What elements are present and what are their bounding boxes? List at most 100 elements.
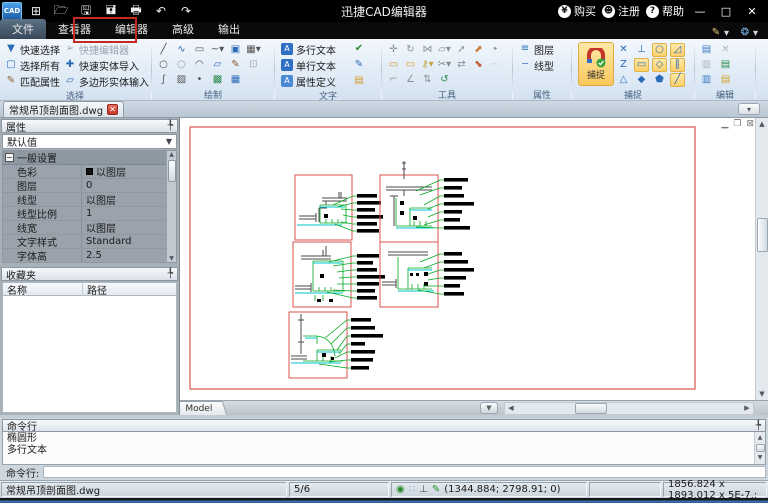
export-icon[interactable]: ⬊	[471, 58, 486, 72]
property-row-textstyle[interactable]: 文字样式 Standard	[3, 235, 176, 249]
help-button[interactable]: ?帮助	[646, 3, 684, 19]
scroll-left-icon[interactable]: ◀	[505, 404, 517, 412]
select-all-button[interactable]: ▢选择所有	[3, 57, 62, 73]
property-row-textheight[interactable]: 字体高 2.5	[3, 249, 176, 263]
minimize-button[interactable]: —	[690, 3, 710, 19]
style-menu-button[interactable]: ✎▾	[710, 27, 729, 39]
pin-icon[interactable]: ╄	[168, 269, 173, 279]
property-row-linetype[interactable]: 线型 以图层	[3, 193, 176, 207]
point-icon[interactable]: •	[192, 73, 207, 87]
mirror-icon[interactable]: ⋈	[420, 43, 435, 57]
ellipse-icon[interactable]: ◌	[174, 58, 189, 72]
wipeout-icon[interactable]: ⊡	[246, 58, 261, 72]
tab-viewer[interactable]: 查看器	[46, 19, 103, 39]
mdi-minimize-icon[interactable]: ▁	[721, 119, 728, 129]
scroll-thumb[interactable]	[757, 218, 768, 252]
save-button[interactable]: 🖫	[75, 2, 97, 20]
snap-toggle-button[interactable]: 捕捉	[578, 42, 614, 86]
col-name[interactable]: 名称	[3, 282, 83, 297]
snap-quadrant-icon[interactable]: ◆	[634, 73, 649, 87]
snap-endpoint-icon[interactable]: ▭	[634, 58, 649, 72]
register-button[interactable]: ☻注册	[602, 3, 640, 19]
model-tab[interactable]: Model	[180, 401, 227, 415]
move-icon[interactable]: ✛	[386, 43, 401, 57]
scroll-up-icon[interactable]: ▲	[758, 432, 763, 444]
command-history[interactable]: 椭圆形 多行文本 ▲ ▼	[2, 432, 766, 465]
layout-dropdown-button[interactable]: ▼	[480, 402, 498, 414]
folder-open-icon[interactable]: ▭	[386, 58, 401, 72]
print-button[interactable]: 🖶	[125, 2, 147, 20]
tab-editor[interactable]: 编辑器	[103, 19, 160, 39]
freehand-icon[interactable]: ∫	[156, 73, 171, 87]
canvas-horizontal-scrollbar[interactable]: ◀ ▶	[504, 402, 754, 415]
quick-editor-button[interactable]: ➢快捷编辑器	[62, 41, 151, 57]
text-button[interactable]: A单行文本	[279, 57, 351, 73]
paste-special-icon[interactable]: ▤	[718, 73, 733, 87]
scroll-thumb[interactable]	[756, 444, 765, 452]
draw-status-icon[interactable]: ✎	[432, 485, 440, 495]
snap-insertion-icon[interactable]: ⬟	[652, 73, 667, 87]
copy-icon[interactable]: ▥	[699, 73, 714, 87]
command-scrollbar[interactable]: ▲ ▼	[754, 432, 765, 464]
snap-status-icon[interactable]: ◉	[396, 485, 405, 495]
preset-dropdown[interactable]: 默认值 ▼	[2, 134, 177, 149]
snap-parallel-icon[interactable]: ∥	[670, 58, 685, 72]
snap-midpoint-icon[interactable]: △	[616, 73, 631, 87]
circle-icon[interactable]: ○	[156, 58, 171, 72]
property-row-layer[interactable]: 图层 0	[3, 179, 176, 193]
open-file-button[interactable]: 🗁	[50, 2, 72, 20]
close-button[interactable]: ✕	[742, 3, 762, 19]
snap-extension-icon[interactable]: Z	[616, 58, 631, 72]
spell-check-button[interactable]: ✔	[351, 41, 367, 57]
fillet-icon[interactable]: ⌐	[386, 73, 401, 87]
layer-button[interactable]: ≡图层	[517, 41, 556, 57]
snap-intersection-icon[interactable]: ✕	[616, 43, 631, 57]
folder-closed-icon[interactable]: ▭	[403, 58, 418, 72]
scroll-thumb[interactable]	[575, 403, 607, 414]
property-row-ltscale[interactable]: 线型比例 1	[3, 207, 176, 221]
rectangle-icon[interactable]: ▭	[192, 43, 207, 57]
drawing-canvas[interactable]: ▁ ❐ ⊠	[180, 118, 768, 415]
scroll-right-icon[interactable]: ▶	[741, 404, 753, 412]
snap-tangent-icon[interactable]: ◿	[670, 43, 685, 57]
maximize-button[interactable]: □	[716, 3, 736, 19]
redo-button[interactable]: ↷	[175, 2, 197, 20]
polyline-icon[interactable]: ∿	[174, 43, 189, 57]
scroll-down-icon[interactable]: ▼	[759, 388, 764, 400]
property-row-color[interactable]: 色彩 以图层	[3, 165, 176, 179]
tab-advanced[interactable]: 高级	[160, 19, 206, 39]
property-category[interactable]: − 一般设置	[3, 151, 176, 165]
ortho-status-icon[interactable]: ⊥	[419, 485, 428, 495]
collapse-minus-icon[interactable]: −	[5, 153, 14, 162]
quick-select-button[interactable]: ▼快速选择	[3, 41, 62, 57]
snap-node-icon[interactable]: ◇	[652, 58, 667, 72]
rotate-icon[interactable]: ↻	[403, 43, 418, 57]
sketch-icon[interactable]: ✎	[228, 58, 243, 72]
snap-nearest-icon[interactable]: ╱	[670, 73, 685, 87]
save-as-button[interactable]: 🖬	[100, 2, 122, 20]
small-arrow-icon[interactable]: ‣	[488, 43, 503, 57]
cut-icon[interactable]: ▥	[699, 58, 714, 72]
tab-file[interactable]: 文件	[0, 19, 46, 39]
properties-scrollbar[interactable]: ▲ ▼	[166, 151, 176, 262]
arc-icon[interactable]: ◠	[192, 58, 207, 72]
properties-panel-header[interactable]: 属性 ╄	[1, 119, 178, 133]
stretch-icon[interactable]: ➚	[454, 43, 469, 57]
polygon-entity-input-button[interactable]: ▱多边形实体输入	[62, 73, 151, 89]
refresh-icon[interactable]: ↺	[437, 73, 452, 87]
favorites-list[interactable]	[2, 296, 177, 413]
align-icon[interactable]: ⇅	[420, 73, 435, 87]
scroll-up-icon[interactable]: ▲	[169, 151, 174, 158]
key-icon[interactable]: ⚷▾	[420, 58, 435, 72]
tab-output[interactable]: 输出	[206, 19, 252, 39]
options-menu-button[interactable]: ❂▾	[739, 27, 758, 39]
mtext-button[interactable]: A多行文本	[279, 41, 351, 57]
undo-button[interactable]: ↶	[150, 2, 172, 20]
scissors-icon[interactable]: ✂▾	[437, 58, 452, 72]
command-input[interactable]	[43, 466, 766, 478]
paste-icon[interactable]: ▤	[699, 43, 714, 57]
offset-copy-icon[interactable]: ▱▾	[437, 43, 452, 57]
spline-icon[interactable]: ~▾	[210, 43, 225, 57]
block-import-icon[interactable]: ⬈	[471, 43, 486, 57]
scroll-up-icon[interactable]: ▲	[759, 118, 764, 130]
